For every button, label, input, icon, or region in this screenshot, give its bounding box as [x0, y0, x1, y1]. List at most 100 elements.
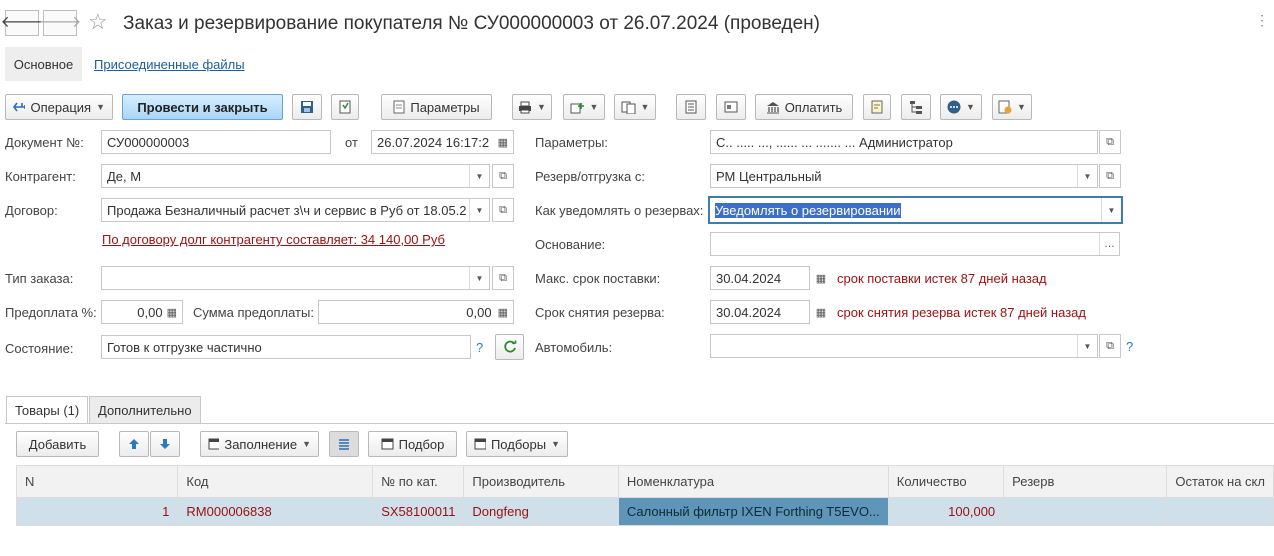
- open-order-type-icon[interactable]: ⧉: [492, 266, 514, 290]
- contract-field[interactable]: Продажа Безналичный расчет з\ч и сервис …: [101, 198, 490, 222]
- printer-icon: [519, 101, 532, 113]
- column-header[interactable]: Количество: [887, 465, 1005, 498]
- calendar-icon[interactable]: ▦: [498, 136, 508, 149]
- selections-button[interactable]: Подборы ▼: [466, 431, 568, 457]
- table-cell-selected[interactable]: Салонный фильтр IXEN Forthing T5EVO...: [617, 497, 889, 526]
- calculator-icon[interactable]: ▦: [498, 306, 508, 319]
- car-help-icon[interactable]: ?: [1126, 339, 1133, 354]
- structure-button[interactable]: [676, 94, 706, 120]
- table-cell[interactable]: Dongfeng: [463, 497, 619, 526]
- selection-button[interactable]: Подбор: [368, 431, 457, 457]
- table-cell[interactable]: 100,000: [887, 497, 1005, 526]
- select-ellipsis-icon[interactable]: …: [1099, 233, 1119, 255]
- calendar-icon[interactable]: ▦: [811, 300, 831, 324]
- counterparty-field[interactable]: Де, М ▼: [101, 164, 490, 188]
- table-cell[interactable]: 1: [15, 497, 179, 526]
- attachment-document-icon: [998, 100, 1012, 114]
- favorite-star-icon[interactable]: ☆: [88, 9, 108, 35]
- dropdown-icon[interactable]: ▼: [469, 199, 489, 221]
- column-header[interactable]: № по кат.: [372, 465, 465, 498]
- tab-main[interactable]: Основное: [5, 47, 82, 81]
- post-and-close-button[interactable]: Провести и закрыть: [122, 94, 283, 120]
- calendar-icon[interactable]: ▦: [811, 266, 831, 290]
- save-button[interactable]: [292, 94, 322, 120]
- open-contract-icon[interactable]: ⧉: [492, 198, 514, 222]
- state-help-icon[interactable]: ?: [476, 340, 483, 355]
- notify-select[interactable]: Уведомлять о резервировании ▼: [708, 196, 1123, 224]
- list-mode-button[interactable]: [329, 431, 359, 457]
- car-field[interactable]: ▼: [710, 334, 1098, 358]
- refresh-state-button[interactable]: [495, 334, 524, 360]
- hierarchy-icon: [910, 101, 922, 114]
- bank-icon: [766, 101, 779, 113]
- params-field[interactable]: С.. ..... ..., ...... ... ....... ... Ад…: [710, 130, 1098, 154]
- fill-button[interactable]: Заполнение ▼: [200, 431, 319, 457]
- dropdown-icon[interactable]: ▼: [1077, 335, 1097, 357]
- column-header[interactable]: Остаток на скл: [1166, 465, 1274, 498]
- hierarchy-button[interactable]: [901, 94, 931, 120]
- column-header[interactable]: N: [15, 465, 179, 498]
- related-documents-icon: [621, 101, 636, 114]
- open-car-icon[interactable]: ⧉: [1099, 334, 1121, 358]
- prepay-pct-field[interactable]: 0,00 ▦: [101, 300, 183, 324]
- table-icon: [381, 438, 394, 450]
- post-button[interactable]: [331, 94, 359, 120]
- add-row-button[interactable]: Добавить: [16, 431, 99, 457]
- open-params-icon[interactable]: ⧉: [1099, 130, 1121, 154]
- calculator-icon[interactable]: ▦: [167, 306, 177, 319]
- pay-button[interactable]: Оплатить: [755, 94, 853, 120]
- column-header[interactable]: Номенклатура: [617, 465, 889, 498]
- column-header[interactable]: Производитель: [463, 465, 619, 498]
- attachments-button[interactable]: ▼: [992, 94, 1032, 120]
- reserve-from-field[interactable]: РМ Центральный ▼: [710, 164, 1098, 188]
- tab-goods[interactable]: Товары (1): [6, 396, 89, 424]
- max-delivery-field[interactable]: 30.04.2024: [710, 266, 810, 290]
- basis-field[interactable]: …: [710, 232, 1120, 256]
- caret-down-icon: ▼: [1017, 102, 1026, 112]
- goods-table: N Код № по кат. Производитель Номенклату…: [15, 465, 1274, 526]
- table-cell[interactable]: [1003, 497, 1168, 526]
- dropdown-icon[interactable]: ▼: [469, 165, 489, 187]
- prepay-sum-field[interactable]: 0,00 ▦: [318, 300, 514, 324]
- table-cell[interactable]: SX58100011: [372, 497, 465, 526]
- column-header[interactable]: Код: [177, 465, 374, 498]
- card-button[interactable]: [716, 94, 746, 120]
- column-header[interactable]: Резерв: [1003, 465, 1168, 498]
- document-icon: [393, 100, 405, 114]
- caret-down-icon: ▼: [589, 102, 599, 112]
- doc-number-field[interactable]: СУ000000003: [101, 130, 331, 154]
- arrow-right-icon: 🡒: [38, 14, 82, 31]
- doc-date-field[interactable]: 26.07.2024 16:17:2 ▦: [371, 130, 514, 154]
- table-row[interactable]: 1 RM000006838 SX58100011 Dongfeng Салонн…: [15, 497, 1274, 526]
- related-documents-button[interactable]: ▼: [614, 94, 656, 120]
- table-cell[interactable]: [1166, 497, 1274, 526]
- tab-additional[interactable]: Дополнительно: [89, 396, 201, 424]
- open-warehouse-icon[interactable]: ⧉: [1099, 164, 1121, 188]
- report-button[interactable]: [863, 94, 891, 120]
- arrow-left-icon: 🡐: [0, 14, 44, 31]
- notify-label: Как уведомлять о резервах:: [535, 203, 704, 218]
- card-icon: [724, 101, 738, 113]
- open-counterparty-icon[interactable]: ⧉: [492, 164, 514, 188]
- debt-note-link[interactable]: По договору долг контрагенту составляет:…: [102, 232, 445, 247]
- dropdown-icon[interactable]: ▼: [1077, 165, 1097, 187]
- more-actions-button[interactable]: ▼: [940, 94, 982, 120]
- forward-button[interactable]: 🡒: [39, 10, 81, 36]
- order-type-field[interactable]: ▼: [101, 266, 490, 290]
- back-button[interactable]: 🡐: [1, 10, 43, 36]
- move-up-button[interactable]: [119, 431, 149, 457]
- max-delivery-warning: срок поставки истек 87 дней назад: [837, 271, 1047, 286]
- reserve-removal-field[interactable]: 30.04.2024: [710, 300, 810, 324]
- dropdown-icon[interactable]: ▼: [469, 267, 489, 289]
- table-cell[interactable]: RM000006838: [177, 497, 374, 526]
- tab-attached-files[interactable]: Присоединенные файлы: [94, 57, 245, 72]
- move-down-button[interactable]: [150, 431, 180, 457]
- post-document-icon: [339, 100, 351, 114]
- more-menu-icon[interactable]: ⋮: [1255, 12, 1270, 29]
- operation-button[interactable]: Операция ▼: [5, 94, 113, 120]
- create-based-on-button[interactable]: ▼: [563, 94, 605, 120]
- caret-down-icon: ▼: [551, 439, 560, 449]
- dropdown-icon[interactable]: ▼: [1101, 198, 1121, 222]
- parameters-button[interactable]: Параметры: [381, 94, 492, 120]
- print-button[interactable]: ▼: [512, 94, 552, 120]
